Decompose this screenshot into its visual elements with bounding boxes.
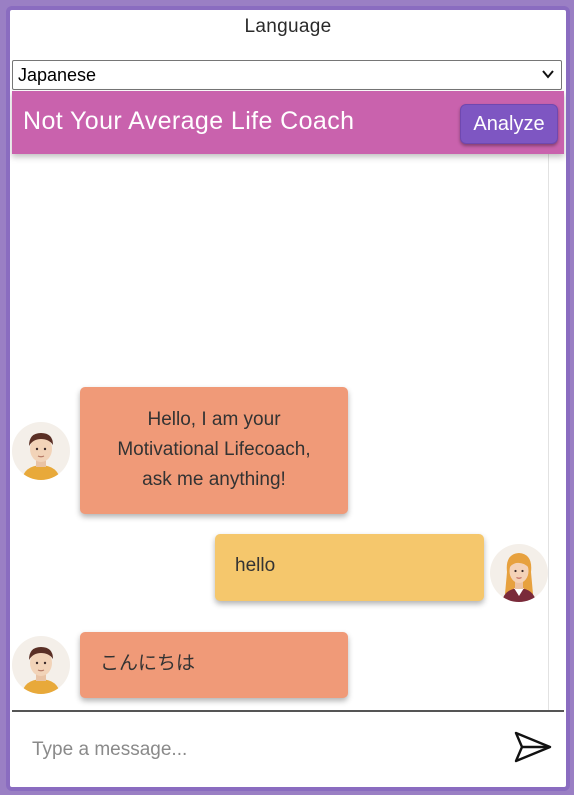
- analyze-button[interactable]: Analyze: [460, 104, 558, 144]
- language-label: Language: [244, 16, 332, 37]
- chat-app-frame: Language Japanese Not Your Average Life …: [6, 6, 570, 791]
- user-avatar: [490, 544, 548, 602]
- bot-message-bubble: こんにちは: [80, 632, 348, 698]
- user-message-bubble: hello: [215, 534, 484, 601]
- message-text: hello: [235, 555, 276, 576]
- app-title: Not Your Average Life Coach: [23, 107, 355, 135]
- message-line: Motivational Lifecoach,: [117, 439, 311, 460]
- bot-avatar: [12, 636, 70, 694]
- message-line: ask me anything!: [142, 469, 286, 490]
- female-avatar-icon: [502, 553, 536, 602]
- chat-scrollbar[interactable]: [548, 154, 549, 710]
- app-header: Not Your Average Life Coach Analyze: [12, 91, 564, 154]
- language-select[interactable]: Japanese: [12, 60, 562, 90]
- message-line: Hello, I am your: [147, 409, 281, 430]
- language-select-value: Japanese: [18, 65, 97, 85]
- message-input[interactable]: [30, 734, 474, 766]
- bot-message-bubble: Hello, I am your Motivational Lifecoach,…: [80, 387, 348, 514]
- message-composer: [12, 710, 564, 785]
- send-icon[interactable]: [514, 730, 552, 764]
- male-avatar-icon: [22, 647, 60, 694]
- chevron-down-icon: [542, 70, 554, 79]
- male-avatar-icon: [22, 433, 60, 480]
- message-text: こんにちは: [100, 653, 196, 674]
- bot-avatar: [12, 422, 70, 480]
